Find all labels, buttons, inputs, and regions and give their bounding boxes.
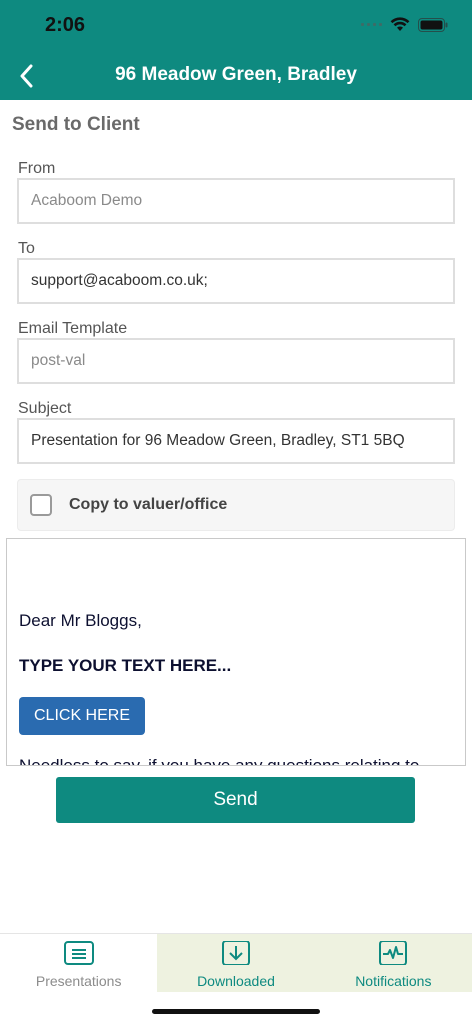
- tab-notifications-label: Notifications: [355, 973, 432, 989]
- home-indicator: [152, 1009, 320, 1014]
- tab-presentations-label: Presentations: [35, 973, 122, 989]
- copy-to-valuer-label: Copy to valuer/office: [69, 496, 228, 513]
- battery-icon: [418, 17, 448, 32]
- tab-notifications[interactable]: Notifications: [314, 934, 472, 992]
- tab-downloaded-label: Downloaded: [197, 973, 275, 989]
- subject-field[interactable]: Presentation for 96 Meadow Green, Bradle…: [17, 418, 455, 464]
- send-button[interactable]: Send: [56, 777, 415, 823]
- email-body-editor[interactable]: Dear Mr Bloggs, TYPE YOUR TEXT HERE... C…: [6, 538, 466, 766]
- template-label: Email Template: [18, 320, 128, 337]
- wifi-icon: [390, 17, 410, 31]
- status-bar: 2:06: [0, 0, 472, 52]
- from-label: From: [18, 160, 56, 177]
- status-time: 2:06: [45, 14, 86, 36]
- download-icon: [221, 941, 250, 965]
- tab-downloaded[interactable]: Downloaded: [157, 934, 315, 992]
- subject-label: Subject: [18, 400, 72, 417]
- template-field[interactable]: post-val: [17, 338, 455, 384]
- from-field[interactable]: Acaboom Demo: [17, 178, 455, 224]
- page-title: 96 Meadow Green, Bradley: [115, 64, 357, 85]
- email-paragraph: Needless to say, if you have any questio…: [19, 756, 420, 766]
- copy-to-valuer-checkbox[interactable]: [30, 494, 52, 516]
- section-title: Send to Client: [12, 114, 140, 135]
- nav-bar: 96 Meadow Green, Bradley: [0, 52, 472, 100]
- email-greeting: Dear Mr Bloggs,: [19, 611, 142, 630]
- tab-bar: Presentations Downloaded Notifications: [0, 933, 472, 992]
- email-placeholder-heading: TYPE YOUR TEXT HERE...: [19, 656, 232, 675]
- copy-to-valuer-row[interactable]: Copy to valuer/office: [17, 479, 455, 531]
- list-icon: [63, 941, 94, 965]
- activity-icon: [379, 941, 408, 965]
- to-label: To: [18, 240, 35, 257]
- status-icons: [361, 17, 448, 32]
- click-here-button[interactable]: CLICK HERE: [19, 697, 145, 735]
- signal-icon: [361, 23, 382, 26]
- to-field[interactable]: support@acaboom.co.uk;: [17, 258, 455, 304]
- tab-presentations[interactable]: Presentations: [0, 934, 158, 992]
